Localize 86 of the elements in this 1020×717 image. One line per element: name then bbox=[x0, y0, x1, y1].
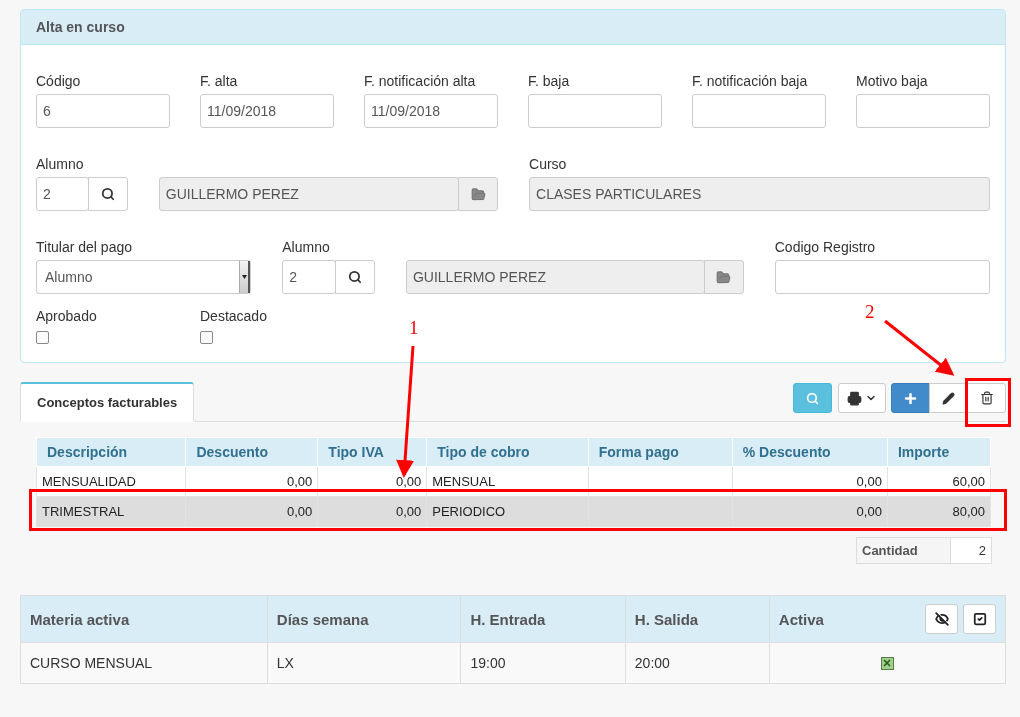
folder-icon bbox=[716, 269, 732, 285]
table-cell: 0,00 bbox=[317, 496, 427, 527]
table-cell: MENSUAL bbox=[426, 466, 589, 497]
table-cell: 19:00 bbox=[460, 642, 626, 684]
column-header: Forma pago bbox=[588, 437, 733, 467]
plus-icon bbox=[903, 390, 918, 406]
input-field[interactable] bbox=[528, 94, 662, 128]
eye-slash-icon bbox=[934, 612, 949, 626]
folder-icon bbox=[470, 186, 486, 202]
folder-button[interactable] bbox=[703, 260, 744, 294]
add-button[interactable] bbox=[891, 383, 930, 413]
hide-button[interactable] bbox=[925, 604, 958, 634]
panel-title: Alta en curso bbox=[21, 10, 1005, 45]
table-cell: 0,00 bbox=[185, 496, 318, 527]
column-header: % Descuento bbox=[732, 437, 888, 467]
table-cell: TRIMESTRAL bbox=[36, 496, 186, 527]
input-field: GUILLERMO PEREZ bbox=[158, 177, 460, 211]
arrow bbox=[884, 319, 955, 376]
print-button[interactable] bbox=[838, 383, 886, 413]
column-header: Tipo de cobro bbox=[426, 437, 589, 467]
table-cell: CURSO MENSUAL bbox=[20, 642, 268, 684]
field-label: Titular del pago bbox=[36, 239, 133, 257]
folder-button[interactable] bbox=[458, 177, 499, 211]
field-label: Motivo baja bbox=[856, 73, 929, 91]
column-header: Descripción bbox=[36, 437, 186, 467]
field-label: F. notificación baja bbox=[692, 73, 809, 91]
input-field: GUILLERMO PEREZ bbox=[405, 260, 705, 294]
column-header: Descuento bbox=[185, 437, 318, 467]
field-label: Alumno bbox=[282, 239, 331, 257]
table-cell: MENSUALIDAD bbox=[36, 466, 186, 497]
checkbox[interactable] bbox=[36, 331, 49, 344]
summary-value: 2 bbox=[951, 537, 992, 564]
table-cell: 20:00 bbox=[625, 642, 770, 684]
edit-button[interactable] bbox=[929, 383, 968, 413]
annotation-number: 2 bbox=[865, 302, 875, 322]
checkbox-icon bbox=[972, 612, 987, 626]
search-icon bbox=[347, 270, 362, 284]
input-field[interactable]: 6 bbox=[36, 94, 170, 128]
column-header: Tipo IVA bbox=[317, 437, 427, 467]
input-field[interactable]: 11/09/2018 bbox=[200, 94, 334, 128]
field-label: F. baja bbox=[528, 73, 571, 91]
column-header: Materia activa bbox=[20, 595, 268, 643]
input-field[interactable] bbox=[774, 260, 990, 294]
field-label: F. notificación alta bbox=[364, 73, 477, 91]
delete-button[interactable] bbox=[967, 383, 1006, 413]
tab[interactable]: Conceptos facturables bbox=[20, 382, 195, 422]
input-field: CLASES PARTICULARES bbox=[529, 177, 990, 211]
checkbox[interactable] bbox=[200, 331, 213, 344]
table-cell: 0,00 bbox=[317, 466, 427, 497]
search-button[interactable] bbox=[87, 177, 128, 211]
input-field[interactable] bbox=[856, 94, 990, 128]
table-cell: 60,00 bbox=[887, 466, 991, 497]
field-label: Curso bbox=[529, 156, 568, 174]
table-cell: LX bbox=[267, 642, 461, 684]
input-field[interactable]: 2 bbox=[282, 260, 336, 294]
table-cell: 0,00 bbox=[732, 466, 888, 497]
trash-icon bbox=[979, 391, 994, 405]
pencil-icon bbox=[942, 391, 955, 405]
input-field[interactable]: 11/09/2018 bbox=[364, 94, 498, 128]
field-label: Codigo Registro bbox=[774, 239, 877, 257]
field-label: Alumno bbox=[36, 156, 85, 174]
summary-label: Cantidad bbox=[856, 537, 951, 564]
input-field[interactable]: 2 bbox=[36, 177, 89, 211]
search-icon bbox=[806, 391, 819, 405]
column-header: Días semana bbox=[267, 595, 461, 643]
search-icon bbox=[100, 187, 115, 201]
table-cell: PERIODICO bbox=[426, 496, 589, 527]
field-label: F. alta bbox=[200, 73, 239, 91]
check-button[interactable] bbox=[963, 604, 996, 634]
table-cell: 0,00 bbox=[185, 466, 318, 497]
highlight-frame bbox=[965, 378, 1011, 427]
search-button[interactable] bbox=[334, 260, 375, 294]
caret-icon bbox=[239, 261, 251, 293]
annotation-number: 1 bbox=[409, 318, 419, 338]
select-field[interactable]: Alumno bbox=[36, 260, 252, 294]
field-label: Código bbox=[36, 73, 82, 91]
checkbox-label: Aprobado bbox=[36, 308, 98, 326]
checkbox-label: Destacado bbox=[200, 308, 268, 326]
column-header: H. Entrada bbox=[460, 595, 626, 643]
table-cell: 80,00 bbox=[887, 496, 991, 527]
table-cell: 0,00 bbox=[732, 496, 888, 527]
printer-icon bbox=[847, 390, 862, 406]
column-header: Importe bbox=[887, 437, 991, 467]
column-header: H. Salida bbox=[625, 595, 770, 643]
input-field[interactable] bbox=[692, 94, 826, 128]
column-header: Activa bbox=[778, 610, 824, 628]
